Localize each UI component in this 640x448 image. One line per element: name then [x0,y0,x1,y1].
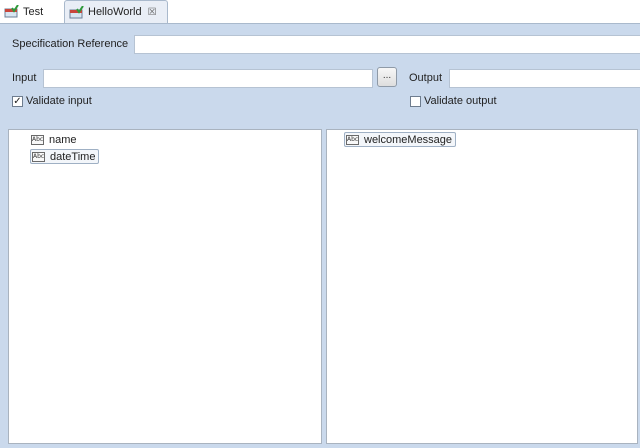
browse-button[interactable]: ... [377,67,397,87]
test-file-icon [69,5,84,18]
test-file-icon [4,5,19,18]
abc-icon: Abc [31,134,44,145]
input-field[interactable] [43,69,373,88]
input-label: Input [12,72,37,84]
tree-item-label: name [49,133,77,146]
tab-label: HelloWorld [88,6,142,18]
spec-form: Specification Reference Input ... Output… [0,24,640,121]
tree-item-name[interactable]: Abc name [30,132,80,147]
spec-ref-input[interactable] [134,35,640,54]
validate-input-checkbox[interactable]: ✓ [12,96,23,107]
spec-ref-label: Specification Reference [12,38,129,50]
input-tree-pane: Abc name Abc dateTime [8,129,322,444]
output-tree-pane: Abc welcomeMessage [326,129,638,444]
validate-output-label: Validate output [424,95,497,107]
tab-test[interactable]: Test [0,1,64,22]
close-icon[interactable]: ☒ [148,7,157,18]
tree-item-welcomemessage[interactable]: Abc welcomeMessage [344,132,457,147]
tab-helloworld[interactable]: HelloWorld ☒ [64,0,168,23]
output-label: Output [409,72,443,84]
tree-item-label: welcomeMessage [364,133,453,146]
validate-input-label: Validate input [26,95,92,107]
tree-item-label: dateTime [50,150,96,163]
validate-output-checkbox[interactable] [410,96,421,107]
tree-item-datetime[interactable]: Abc dateTime [30,149,100,164]
abc-icon: Abc [32,151,45,162]
abc-icon: Abc [346,134,359,145]
editor-tab-bar: Test HelloWorld ☒ [0,0,640,24]
tab-label: Test [23,5,44,18]
output-field[interactable] [449,69,640,88]
